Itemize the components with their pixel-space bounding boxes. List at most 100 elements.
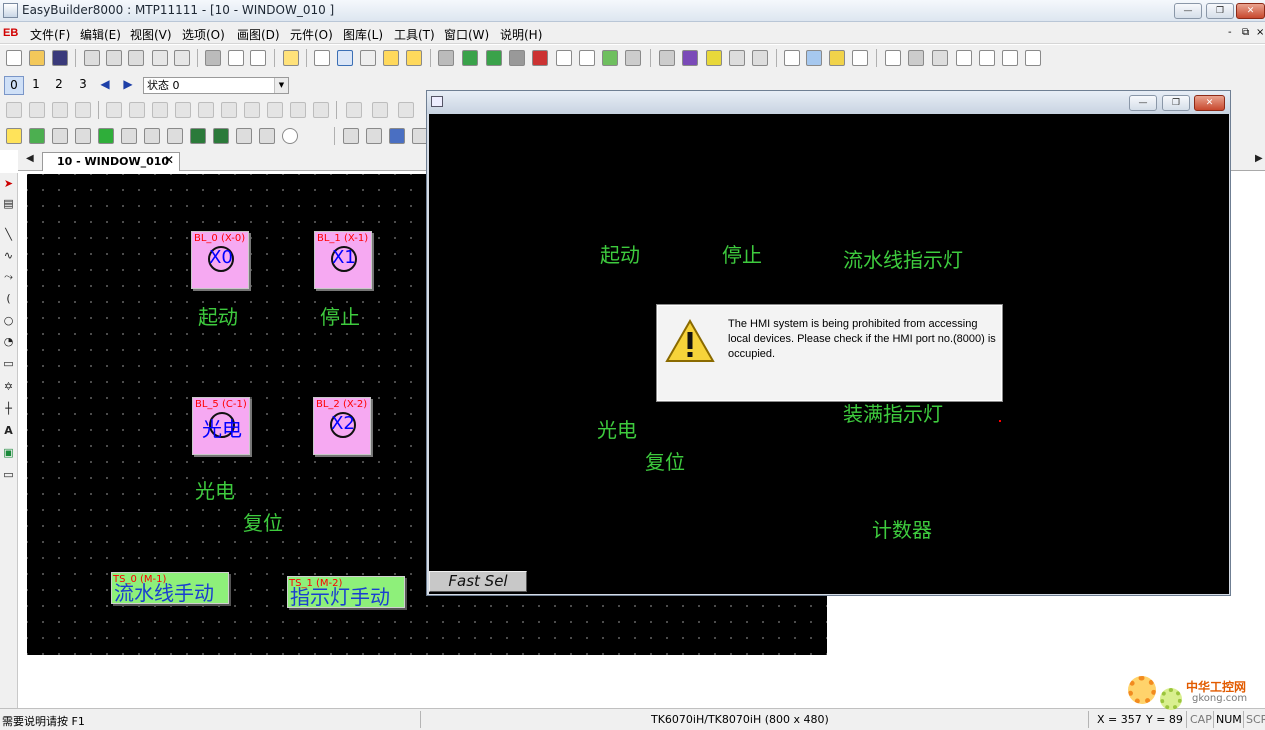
frame-icon[interactable] bbox=[406, 50, 422, 66]
bit-lamp-x0[interactable]: BL_0 (X-0) X0 bbox=[191, 231, 249, 289]
fast-select-button[interactable]: Fast Sel bbox=[429, 571, 527, 592]
align-center-icon[interactable] bbox=[175, 102, 191, 118]
scale-icon[interactable]: ┼ bbox=[1, 401, 16, 417]
config-icon[interactable] bbox=[625, 50, 641, 66]
set-word-icon[interactable] bbox=[75, 128, 91, 144]
pen-icon[interactable] bbox=[314, 50, 330, 66]
pie-icon[interactable]: ◔ bbox=[1, 334, 16, 350]
library-icon[interactable] bbox=[729, 50, 745, 66]
set-bit-icon[interactable] bbox=[52, 128, 68, 144]
sound-icon[interactable] bbox=[784, 50, 800, 66]
hmi-text-reset[interactable]: 复位 bbox=[645, 446, 685, 475]
menu-edit[interactable]: 编辑(E) bbox=[80, 26, 121, 43]
frame-icon[interactable]: ▭ bbox=[1, 467, 16, 483]
slider-icon[interactable] bbox=[167, 128, 183, 144]
h-space-icon[interactable] bbox=[346, 102, 362, 118]
hmi-screen[interactable]: 起动 停止 流水线指示灯 装满指示灯 光电 复位 计数器 Fast Sel Th… bbox=[429, 114, 1229, 594]
same-height-icon[interactable] bbox=[313, 102, 329, 118]
grid-icon[interactable] bbox=[337, 50, 353, 66]
numeric-display-icon[interactable] bbox=[213, 128, 229, 144]
multi-state-icon[interactable] bbox=[121, 128, 137, 144]
v-space-icon[interactable] bbox=[372, 102, 388, 118]
menu-objects[interactable]: 元件(O) bbox=[290, 26, 333, 43]
align-bottom-icon[interactable] bbox=[267, 102, 283, 118]
state-0-button[interactable]: 0 bbox=[4, 76, 24, 95]
state-select[interactable]: 状态 0 ▼ bbox=[143, 77, 289, 94]
toggle-switch-line-manual[interactable]: TS_0 (M-1) 流水线手动 bbox=[111, 572, 229, 605]
align-left-icon[interactable] bbox=[152, 102, 168, 118]
numeric-input-icon[interactable] bbox=[190, 128, 206, 144]
tab-scroll-right-icon[interactable]: ▶ bbox=[1255, 153, 1263, 164]
align-right-icon[interactable] bbox=[198, 102, 214, 118]
simulation-window[interactable]: — ❐ ✕ 起动 停止 流水线指示灯 装满指示灯 光电 复位 计数器 Fast … bbox=[426, 90, 1231, 596]
history-icon[interactable] bbox=[366, 128, 382, 144]
tab-scroll-left-icon[interactable]: ◀ bbox=[26, 153, 34, 164]
object-list-icon[interactable]: ▤ bbox=[1, 196, 16, 212]
undo-icon[interactable] bbox=[152, 50, 168, 66]
print-icon[interactable] bbox=[205, 50, 221, 66]
sim-close-button[interactable]: ✕ bbox=[1194, 95, 1225, 111]
sim-maximize-button[interactable]: ❐ bbox=[1162, 95, 1190, 111]
rectangle-icon[interactable]: ▭ bbox=[1, 356, 16, 372]
list-icon[interactable] bbox=[752, 50, 768, 66]
table-icon[interactable] bbox=[602, 50, 618, 66]
close-icon[interactable]: ✕ bbox=[164, 153, 174, 167]
note-icon[interactable] bbox=[852, 50, 868, 66]
sim-titlebar[interactable] bbox=[427, 91, 1230, 114]
export-icon[interactable] bbox=[682, 50, 698, 66]
menu-file[interactable]: 文件(F) bbox=[30, 26, 70, 43]
menu-library[interactable]: 图库(L) bbox=[343, 26, 383, 43]
curve-icon[interactable]: ( bbox=[1, 291, 16, 307]
redo-icon[interactable] bbox=[174, 50, 190, 66]
state-1-button[interactable]: 1 bbox=[26, 76, 46, 95]
download-icon[interactable] bbox=[486, 50, 502, 66]
maximize-button[interactable]: ❐ bbox=[1206, 3, 1234, 19]
calendar-icon[interactable] bbox=[1025, 50, 1041, 66]
toggle-switch-lamp-manual[interactable]: TS_1 (M-2) 指示灯手动 bbox=[287, 576, 405, 609]
word-lamp-icon[interactable] bbox=[29, 128, 45, 144]
copy-icon[interactable] bbox=[106, 50, 122, 66]
ungroup-icon[interactable] bbox=[129, 102, 145, 118]
picture-icon[interactable]: ▣ bbox=[1, 445, 16, 461]
hmi-text-stop[interactable]: 停止 bbox=[722, 239, 762, 268]
trend-icon[interactable] bbox=[343, 128, 359, 144]
hmi-text-full-lamp[interactable]: 装满指示灯 bbox=[843, 398, 943, 427]
new-file-icon[interactable] bbox=[6, 50, 22, 66]
address-icon[interactable] bbox=[956, 50, 972, 66]
home-icon[interactable] bbox=[1002, 50, 1018, 66]
send-back-icon[interactable] bbox=[29, 102, 45, 118]
picture-icon[interactable] bbox=[806, 50, 822, 66]
polyline-icon[interactable]: ∿ bbox=[1, 248, 16, 264]
compile-icon[interactable] bbox=[462, 50, 478, 66]
bit-lamp-x1[interactable]: BL_1 (X-1) X1 bbox=[314, 231, 372, 289]
bit-lamp-c1[interactable]: BL_5 (C-1) 光电 bbox=[192, 397, 250, 455]
close-button[interactable]: ✕ bbox=[1236, 3, 1265, 19]
find-icon[interactable] bbox=[283, 50, 299, 66]
canvas-text-reset[interactable]: 复位 bbox=[243, 507, 283, 536]
bit-lamp-icon[interactable] bbox=[6, 128, 22, 144]
forward-icon[interactable] bbox=[52, 102, 68, 118]
mdi-close-button[interactable]: × bbox=[1256, 27, 1264, 38]
database-icon[interactable] bbox=[706, 50, 722, 66]
window-icon[interactable] bbox=[383, 50, 399, 66]
macro-icon[interactable] bbox=[885, 50, 901, 66]
network-icon[interactable] bbox=[932, 50, 948, 66]
menu-draw[interactable]: 画图(D) bbox=[237, 26, 280, 43]
polygon-icon[interactable]: ✡ bbox=[1, 379, 16, 395]
paste-icon[interactable] bbox=[128, 50, 144, 66]
same-width-icon[interactable] bbox=[290, 102, 306, 118]
circle-icon[interactable]: ○ bbox=[1, 313, 16, 329]
bring-front-icon[interactable] bbox=[6, 102, 22, 118]
tools-icon[interactable] bbox=[438, 50, 454, 66]
online-sim-icon[interactable] bbox=[532, 50, 548, 66]
text-icon[interactable]: A bbox=[1, 423, 16, 439]
align-top-icon[interactable] bbox=[221, 102, 237, 118]
save-icon[interactable] bbox=[52, 50, 68, 66]
minimize-button[interactable]: — bbox=[1174, 3, 1202, 19]
center-icon[interactable] bbox=[398, 102, 414, 118]
arc-icon[interactable]: ⤳ bbox=[1, 269, 16, 285]
cut-icon[interactable] bbox=[84, 50, 100, 66]
error-message-box[interactable]: The HMI system is being prohibited from … bbox=[656, 304, 1003, 402]
offline-sim-icon[interactable] bbox=[509, 50, 525, 66]
align-middle-icon[interactable] bbox=[244, 102, 260, 118]
